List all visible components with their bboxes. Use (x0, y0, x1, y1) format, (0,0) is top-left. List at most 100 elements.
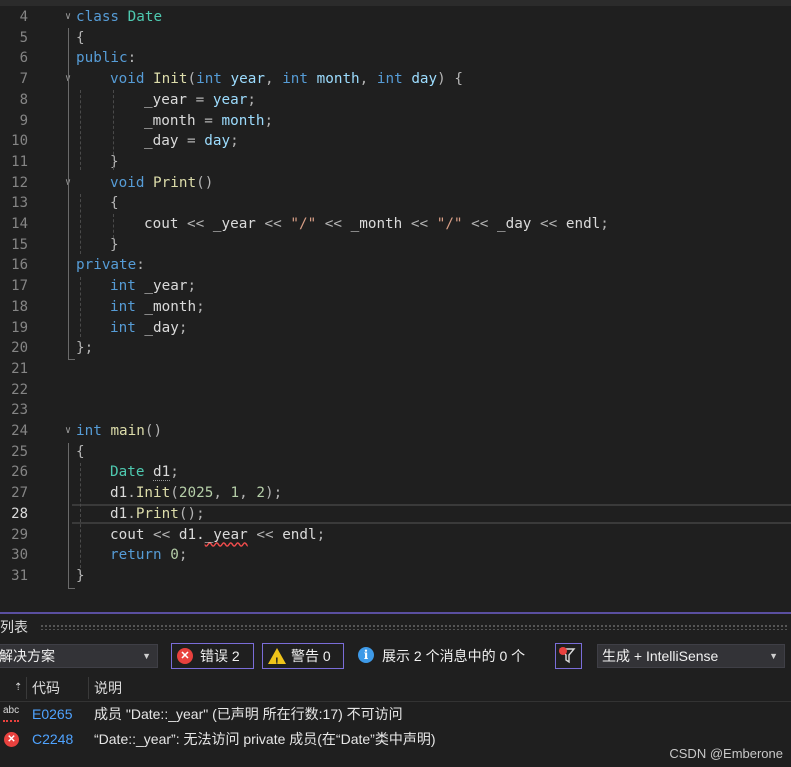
fold-chevron-icon[interactable]: ∨ (62, 421, 74, 442)
line-number: 24 (11, 423, 28, 439)
line-number: 23 (11, 402, 28, 419)
error-code-link[interactable]: E0265 (32, 702, 72, 727)
code-token: { (76, 29, 85, 46)
error-squiggle-token: _year (204, 526, 248, 543)
code-token: << (462, 216, 497, 232)
code-token: _month (350, 216, 403, 232)
line-number: 5 (19, 29, 28, 46)
line-number: 29 (11, 526, 28, 543)
line-number: 31 (11, 567, 28, 584)
code-token: Print (135, 505, 179, 522)
code-editor[interactable]: 4 ∨ class Date 5{6 public: 7 ∨ void Init(int ye… (0, 0, 791, 612)
code-token: 0 (170, 547, 179, 564)
code-text: _day = day; (144, 131, 239, 152)
code-line[interactable]: 5{ (0, 28, 791, 49)
code-token: d1 (110, 485, 128, 502)
code-line[interactable]: 17 int _year; (0, 276, 791, 297)
code-token: day (411, 71, 438, 88)
code-token: cout (144, 216, 179, 232)
code-token: = (178, 133, 205, 150)
code-line[interactable]: 18 int _month; (0, 297, 791, 318)
code-token: int (76, 423, 102, 439)
code-token: "/" (290, 216, 317, 232)
code-line[interactable]: 16 private: (0, 255, 791, 276)
code-line[interactable]: 12 ∨ void Print() (0, 173, 791, 194)
code-token: ; (170, 464, 179, 481)
code-line[interactable]: 20}; (0, 338, 791, 359)
line-number: 15 (11, 236, 28, 253)
hint-token: d1 (153, 464, 171, 482)
code-token: 1 (230, 485, 240, 502)
filter-funnel-button[interactable] (555, 643, 582, 669)
code-token: { (110, 195, 119, 212)
code-token: ; (178, 547, 188, 564)
code-token: , (359, 71, 377, 88)
code-line[interactable]: 4 ∨ class Date (0, 7, 791, 28)
line-number: 19 (11, 319, 28, 336)
panel-title-bar[interactable]: 列表 (0, 617, 791, 637)
code-line[interactable]: 27 d1.Init(2025, 1, 2); (0, 483, 791, 504)
error-icon: ✕ (4, 732, 19, 747)
code-token: int (376, 71, 403, 88)
code-token: "/" (436, 216, 463, 232)
error-code-link[interactable]: C2248 (32, 727, 73, 752)
code-token: int (110, 298, 136, 315)
code-line[interactable]: 10 _day = day; (0, 131, 791, 152)
column-divider[interactable] (26, 677, 27, 699)
fold-chevron-icon[interactable]: ∨ (62, 7, 74, 28)
code-token: . (127, 485, 136, 502)
code-line[interactable]: 8 _year = year; (0, 90, 791, 111)
code-line[interactable]: 25 { (0, 442, 791, 463)
code-line[interactable]: 14 cout << _year << "/" << _month << "/" … (0, 214, 791, 235)
build-source-dropdown[interactable]: 生成 + IntelliSense ▼ (597, 644, 785, 668)
errors-filter-button[interactable]: ✕ 错误 2 (171, 643, 254, 669)
code-line[interactable]: 9 _month = month; (0, 111, 791, 132)
code-line[interactable]: 11} (0, 152, 791, 173)
code-line[interactable]: 24 ∨ int main() (0, 421, 791, 442)
code-line[interactable]: 22 (0, 380, 791, 401)
code-token: = (195, 112, 222, 129)
code-token: << (247, 526, 283, 543)
code-line[interactable]: 15} (0, 235, 791, 256)
column-header-description[interactable]: 说明 (94, 675, 122, 701)
code-token: ); (264, 485, 283, 502)
line-number: 7 (19, 71, 28, 88)
error-row[interactable]: abc E0265 成员 "Date::_year" (已声明 所在行数:17)… (0, 702, 791, 727)
indent-guide (80, 90, 81, 170)
code-line[interactable]: 6 public: (0, 48, 791, 69)
warnings-filter-button[interactable]: ! 警告 0 (262, 643, 344, 669)
code-line[interactable]: 13 { (0, 193, 791, 214)
code-text: int main() (76, 421, 162, 442)
code-line[interactable]: 28 d1.Print(); (0, 503, 791, 525)
messages-filter-button[interactable]: 展示 2 个消息中的 0 个 (382, 643, 525, 669)
scope-dropdown[interactable]: 解决方案 ▼ (0, 644, 158, 668)
code-token: ( (187, 71, 197, 88)
info-icon: i (358, 647, 374, 663)
line-number: 9 (19, 112, 28, 129)
code-token: } (110, 236, 119, 253)
error-list-panel: 列表 解决方案 ▼ ✕ 错误 2 ! 警告 0 i 展示 2 个消息中的 0 个… (0, 612, 791, 767)
code-line[interactable]: 7 ∨ void Init(int year, int month, int day… (0, 69, 791, 90)
code-token: ; (600, 216, 609, 232)
code-line[interactable]: 26 Date d1; (0, 462, 791, 483)
code-line[interactable]: 21 (0, 359, 791, 380)
pin-column-icon[interactable]: ⇡ (14, 675, 22, 701)
code-line[interactable]: 23 (0, 400, 791, 421)
code-token: int (196, 71, 222, 88)
line-number: 11 (11, 153, 28, 170)
code-token: _day (144, 133, 179, 150)
panel-drag-grip[interactable] (40, 624, 787, 630)
code-token: ; (316, 526, 326, 543)
column-header-code[interactable]: 代码 (32, 675, 60, 701)
code-line[interactable]: 31} (0, 566, 791, 587)
code-token: : (127, 50, 137, 67)
code-line[interactable]: 19 int _day; (0, 318, 791, 339)
indent-guide (80, 194, 81, 254)
code-token: Init (135, 485, 171, 502)
line-number: 20 (11, 340, 28, 357)
column-divider[interactable] (88, 677, 89, 699)
code-line[interactable]: 29 cout << d1._year << endl; (0, 525, 791, 546)
code-line[interactable]: 30 return 0; (0, 545, 791, 566)
